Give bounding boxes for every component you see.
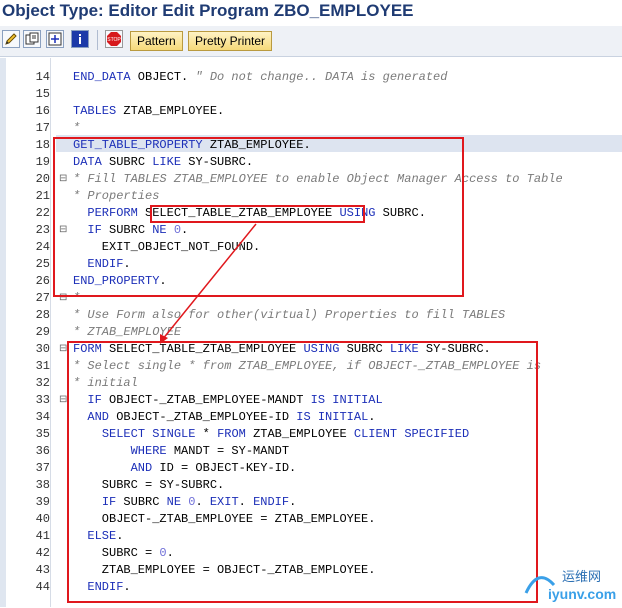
annotation-arrow xyxy=(160,223,257,344)
svg-text:运维网: 运维网 xyxy=(562,570,601,585)
svg-text:iyunv.com: iyunv.com xyxy=(548,586,616,602)
watermark-logo: 运维网 iyunv.com xyxy=(518,563,618,603)
